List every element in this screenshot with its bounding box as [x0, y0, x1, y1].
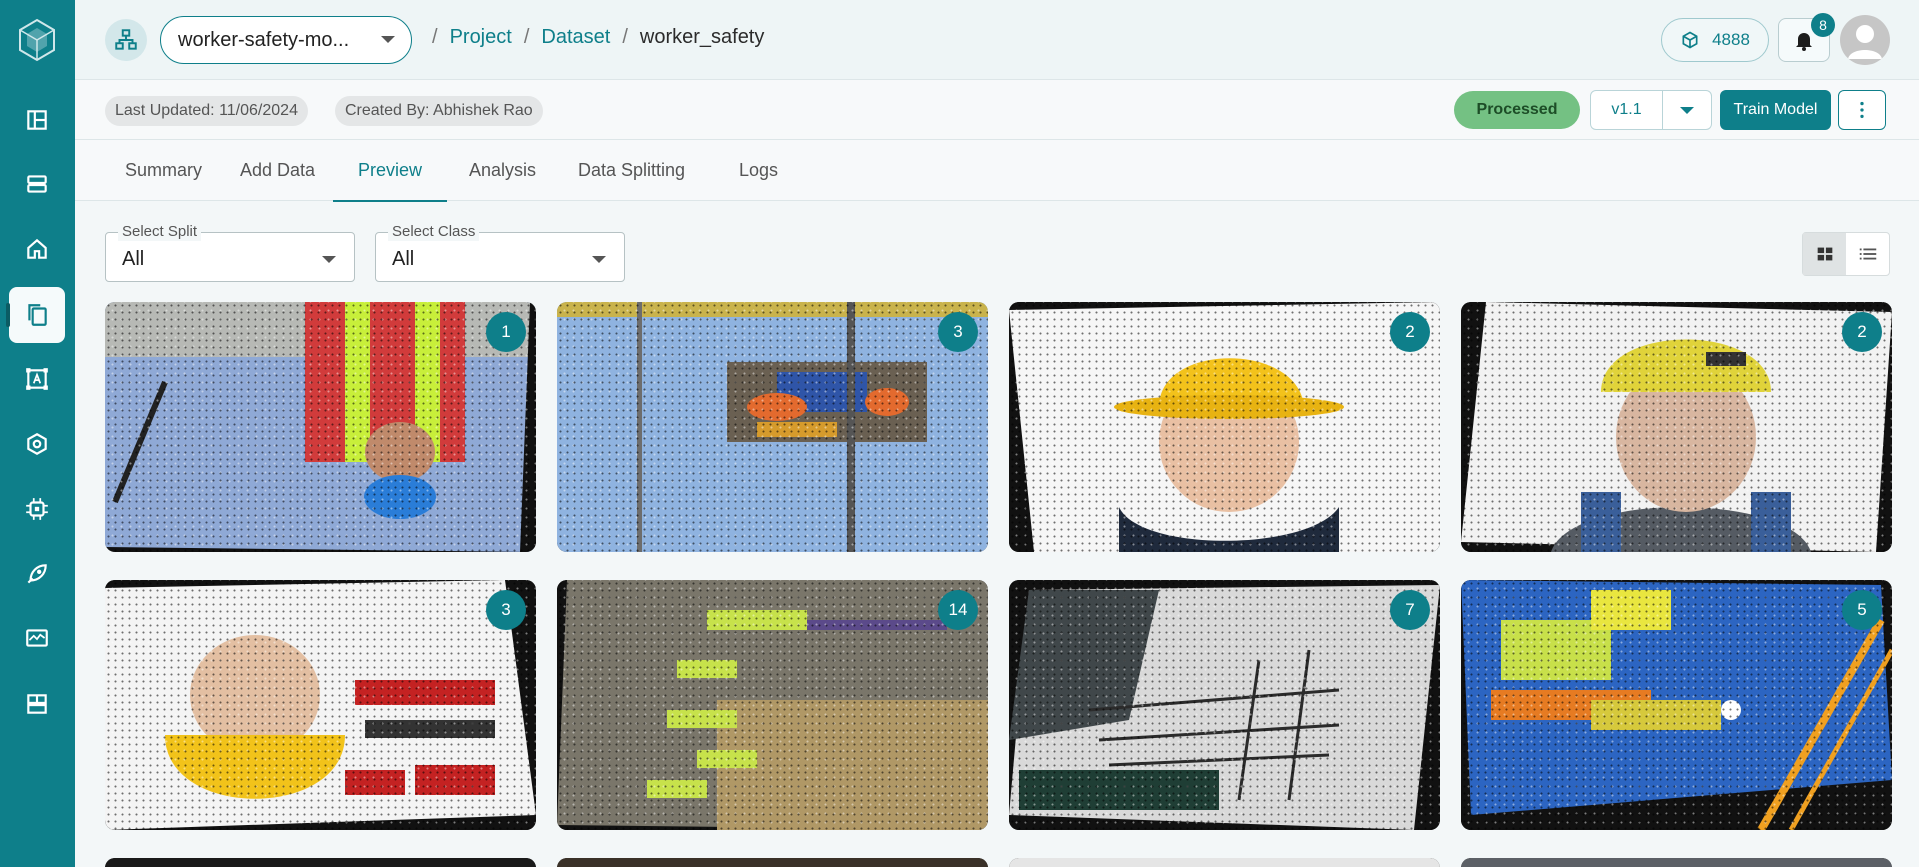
image-card[interactable]: 3: [105, 580, 536, 830]
credits-value: 4888: [1712, 30, 1750, 49]
view-toggle: [1802, 232, 1890, 276]
notifications-badge: 8: [1811, 13, 1835, 37]
status-badge: Processed: [1454, 91, 1580, 129]
project-select[interactable]: worker-safety-mo...: [160, 16, 412, 64]
train-model-button[interactable]: Train Model: [1720, 90, 1831, 130]
more-options-button[interactable]: [1838, 90, 1886, 130]
notifications-button[interactable]: 8: [1778, 13, 1835, 62]
image-card[interactable]: [557, 858, 988, 867]
split-select-value: All: [122, 248, 145, 270]
version-value: v1.1: [1591, 91, 1663, 129]
annotation-count-badge: 7: [1390, 590, 1430, 630]
project-tree-icon[interactable]: [105, 19, 147, 61]
annotation-count-badge: 2: [1842, 312, 1882, 352]
tab-analysis[interactable]: Analysis: [469, 140, 536, 201]
annotation-count-badge: 3: [486, 590, 526, 630]
split-select[interactable]: Select Split All: [105, 223, 355, 282]
grid-view-icon[interactable]: [1803, 233, 1846, 275]
image-card[interactable]: [1009, 858, 1440, 867]
class-select-label: Select Class: [388, 223, 480, 241]
tab-bar: Summary Add Data Preview Analysis Data S…: [75, 140, 1919, 202]
tab-logs[interactable]: Logs: [739, 140, 778, 201]
version-select[interactable]: v1.1: [1590, 90, 1712, 130]
monitor-icon[interactable]: [9, 610, 65, 666]
chevron-down-icon: [381, 36, 395, 43]
sidebar: [0, 0, 75, 867]
image-card[interactable]: 1: [105, 302, 536, 552]
tab-data-splitting[interactable]: Data Splitting: [578, 140, 685, 201]
top-header: worker-safety-mo... / Project / Dataset …: [75, 0, 1919, 80]
class-select-value: All: [392, 248, 415, 270]
model-icon[interactable]: [9, 416, 65, 472]
storage-icon[interactable]: [9, 156, 65, 212]
tab-summary[interactable]: Summary: [125, 140, 202, 201]
tab-preview[interactable]: Preview: [332, 140, 448, 202]
last-updated-chip: Last Updated: 11/06/2024: [105, 96, 308, 126]
image-card[interactable]: 14: [557, 580, 988, 830]
class-select[interactable]: Select Class All: [375, 223, 625, 282]
project-select-value: worker-safety-mo...: [178, 28, 350, 51]
created-by-chip: Created By: Abhishek Rao: [335, 96, 543, 126]
breadcrumb-dataset[interactable]: Dataset: [541, 26, 610, 49]
image-card[interactable]: 7: [1009, 580, 1440, 830]
logo-icon[interactable]: [18, 18, 56, 62]
dashboard-icon[interactable]: [9, 92, 65, 148]
split-select-label: Select Split: [118, 223, 202, 241]
image-card[interactable]: 2: [1461, 302, 1892, 552]
home-icon[interactable]: [9, 221, 65, 277]
chevron-down-icon: [592, 256, 606, 263]
reports-icon[interactable]: [9, 676, 65, 732]
avatar[interactable]: [1840, 15, 1890, 65]
datasets-icon[interactable]: [6, 287, 65, 343]
chip-icon[interactable]: [9, 481, 65, 537]
breadcrumb-current: worker_safety: [639, 26, 765, 48]
annotation-count-badge: 2: [1390, 312, 1430, 352]
chevron-down-icon: [322, 256, 336, 263]
breadcrumb-project[interactable]: Project: [450, 26, 512, 49]
breadcrumb: / Project / Dataset / worker_safety: [432, 26, 765, 49]
annotation-count-badge: 3: [938, 312, 978, 352]
image-card[interactable]: 5: [1461, 580, 1892, 830]
tab-add-data[interactable]: Add Data: [240, 140, 315, 201]
annotation-count-badge: 14: [938, 590, 978, 630]
credits-pill[interactable]: 4888: [1661, 18, 1769, 62]
image-card[interactable]: [105, 858, 536, 867]
dataset-info-bar: Last Updated: 11/06/2024 Created By: Abh…: [75, 80, 1919, 140]
image-card[interactable]: 3: [557, 302, 988, 552]
annotation-count-badge: 1: [486, 312, 526, 352]
image-card[interactable]: 2: [1009, 302, 1440, 552]
image-card[interactable]: [1461, 858, 1892, 867]
deploy-icon[interactable]: [9, 546, 65, 602]
cube-icon: [1682, 31, 1698, 49]
kebab-icon: [1860, 101, 1864, 119]
annotate-icon[interactable]: [9, 351, 65, 407]
list-view-icon[interactable]: [1846, 233, 1889, 275]
chevron-down-icon[interactable]: [1663, 91, 1711, 129]
annotation-count-badge: 5: [1842, 590, 1882, 630]
